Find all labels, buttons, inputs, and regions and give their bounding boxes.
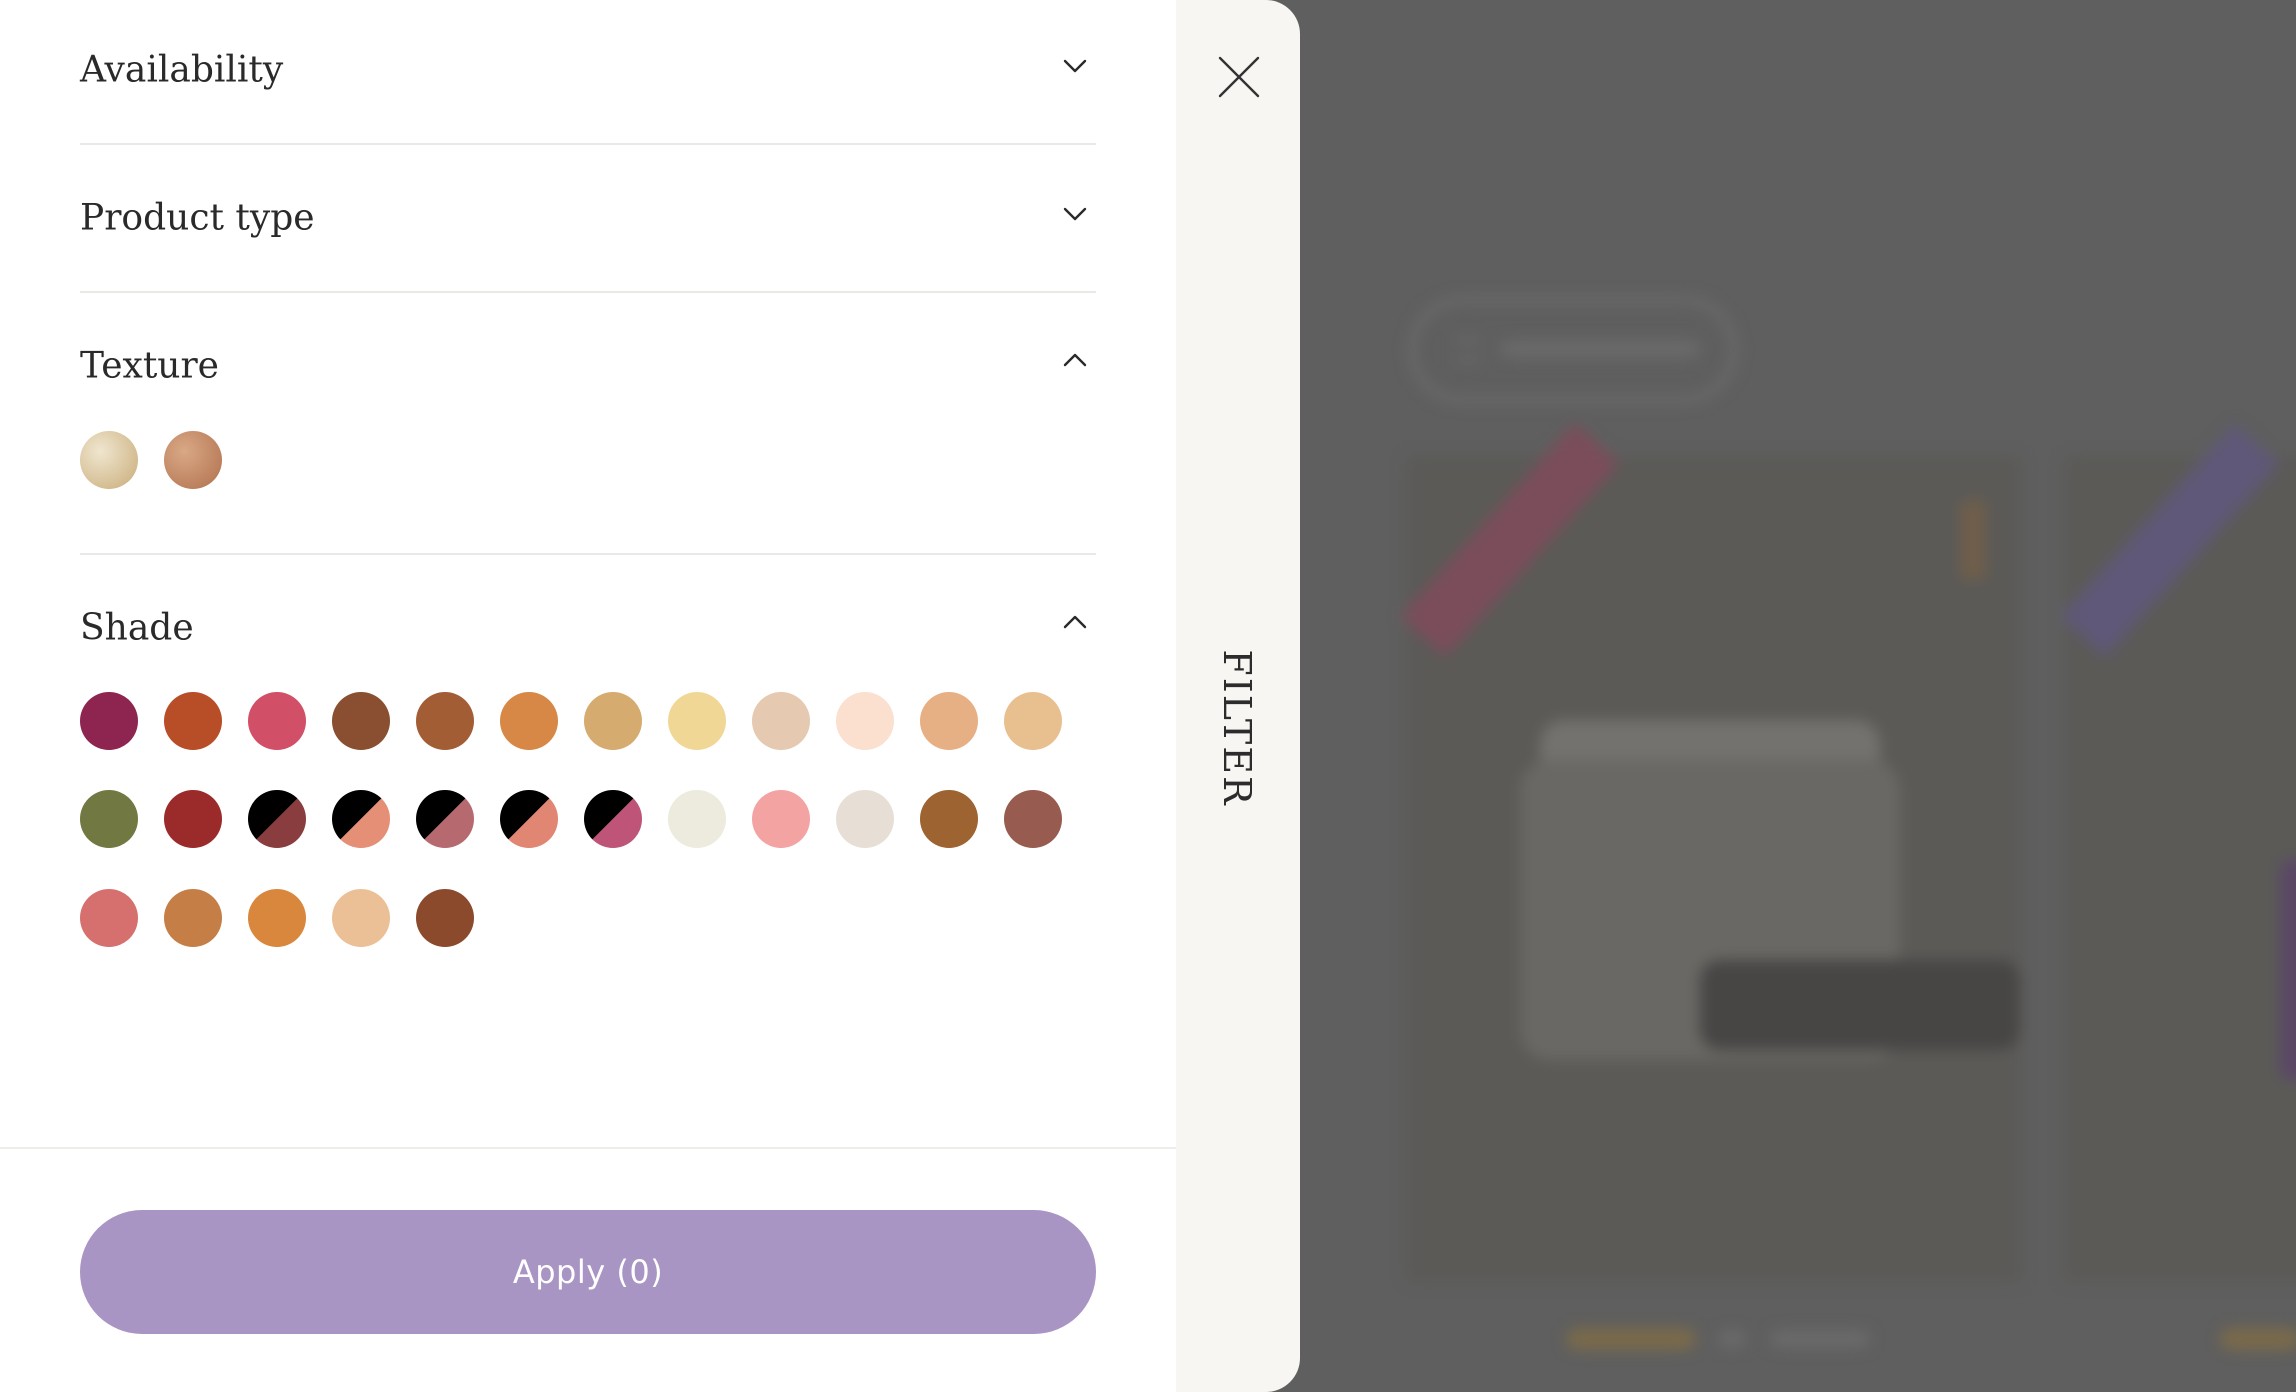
shade-swatch[interactable] xyxy=(248,790,306,848)
texture-swatch-cream-texture[interactable] xyxy=(80,431,138,489)
chevron-down-icon xyxy=(1058,48,1092,82)
chevron-up-icon xyxy=(1058,606,1092,640)
backdrop-product-shadow xyxy=(1700,960,2020,1050)
backdrop-rating-stars xyxy=(2220,1328,2296,1350)
divider xyxy=(80,553,1096,555)
divider xyxy=(80,143,1096,145)
backdrop-filter-icon xyxy=(1455,338,1481,362)
shade-swatch[interactable] xyxy=(164,692,222,750)
shade-swatch[interactable] xyxy=(416,889,474,947)
shade-swatch[interactable] xyxy=(1004,790,1062,848)
shade-swatch[interactable] xyxy=(332,692,390,750)
backdrop-rating-stars xyxy=(1566,1328,1696,1350)
shade-swatch[interactable] xyxy=(80,889,138,947)
backdrop-filter-text xyxy=(1500,340,1700,358)
section-title: Shade xyxy=(80,607,194,649)
shade-swatch[interactable] xyxy=(584,790,642,848)
availability-header[interactable]: Availability xyxy=(80,26,1096,118)
close-icon xyxy=(1218,56,1260,98)
shade-swatch[interactable] xyxy=(584,692,642,750)
shade-swatch[interactable] xyxy=(668,692,726,750)
backdrop-product-edge xyxy=(2280,860,2296,1080)
shade-swatch-row xyxy=(80,692,1062,750)
shade-swatch[interactable] xyxy=(80,692,138,750)
backdrop-review-count xyxy=(1770,1330,1870,1348)
section-title: Availability xyxy=(80,49,284,91)
shade-swatch[interactable] xyxy=(920,790,978,848)
chevron-up-icon xyxy=(1058,344,1092,378)
apply-button[interactable]: Apply (0) xyxy=(80,1210,1096,1334)
shade-swatch[interactable] xyxy=(752,790,810,848)
shade-swatch-row xyxy=(80,790,1062,848)
footer-divider xyxy=(0,1147,1176,1149)
section-title: Product type xyxy=(80,197,315,239)
texture-swatch-liquid-texture[interactable] xyxy=(164,431,222,489)
product-type-header[interactable]: Product type xyxy=(80,174,1096,266)
shade-swatch[interactable] xyxy=(836,790,894,848)
shade-swatch[interactable] xyxy=(1004,692,1062,750)
section-title: Texture xyxy=(80,345,219,387)
close-button[interactable] xyxy=(1214,52,1264,102)
shade-swatch[interactable] xyxy=(164,889,222,947)
texture-header[interactable]: Texture xyxy=(80,322,1096,414)
shade-swatch[interactable] xyxy=(332,790,390,848)
shade-header[interactable]: Shade xyxy=(80,584,1096,676)
shade-swatch[interactable] xyxy=(416,692,474,750)
shade-swatch-row xyxy=(80,889,474,947)
shade-swatch[interactable] xyxy=(668,790,726,848)
filter-drawer: Availability Product type Texture Shade xyxy=(0,0,1176,1392)
shade-swatch[interactable] xyxy=(416,790,474,848)
backdrop-rating-value xyxy=(1718,1330,1746,1348)
chevron-down-icon xyxy=(1058,196,1092,230)
texture-swatch-list xyxy=(80,431,222,489)
shade-swatch[interactable] xyxy=(920,692,978,750)
shade-swatch[interactable] xyxy=(164,790,222,848)
backdrop-bottle-image xyxy=(1960,500,1986,580)
shade-swatch[interactable] xyxy=(500,692,558,750)
divider xyxy=(80,291,1096,293)
shade-swatch[interactable] xyxy=(248,692,306,750)
shade-swatch[interactable] xyxy=(332,889,390,947)
drawer-side-label-text: FILTER xyxy=(1215,649,1259,807)
shade-swatch[interactable] xyxy=(80,790,138,848)
shade-swatch[interactable] xyxy=(500,790,558,848)
shade-swatch[interactable] xyxy=(752,692,810,750)
shade-swatch[interactable] xyxy=(836,692,894,750)
shade-swatch[interactable] xyxy=(248,889,306,947)
